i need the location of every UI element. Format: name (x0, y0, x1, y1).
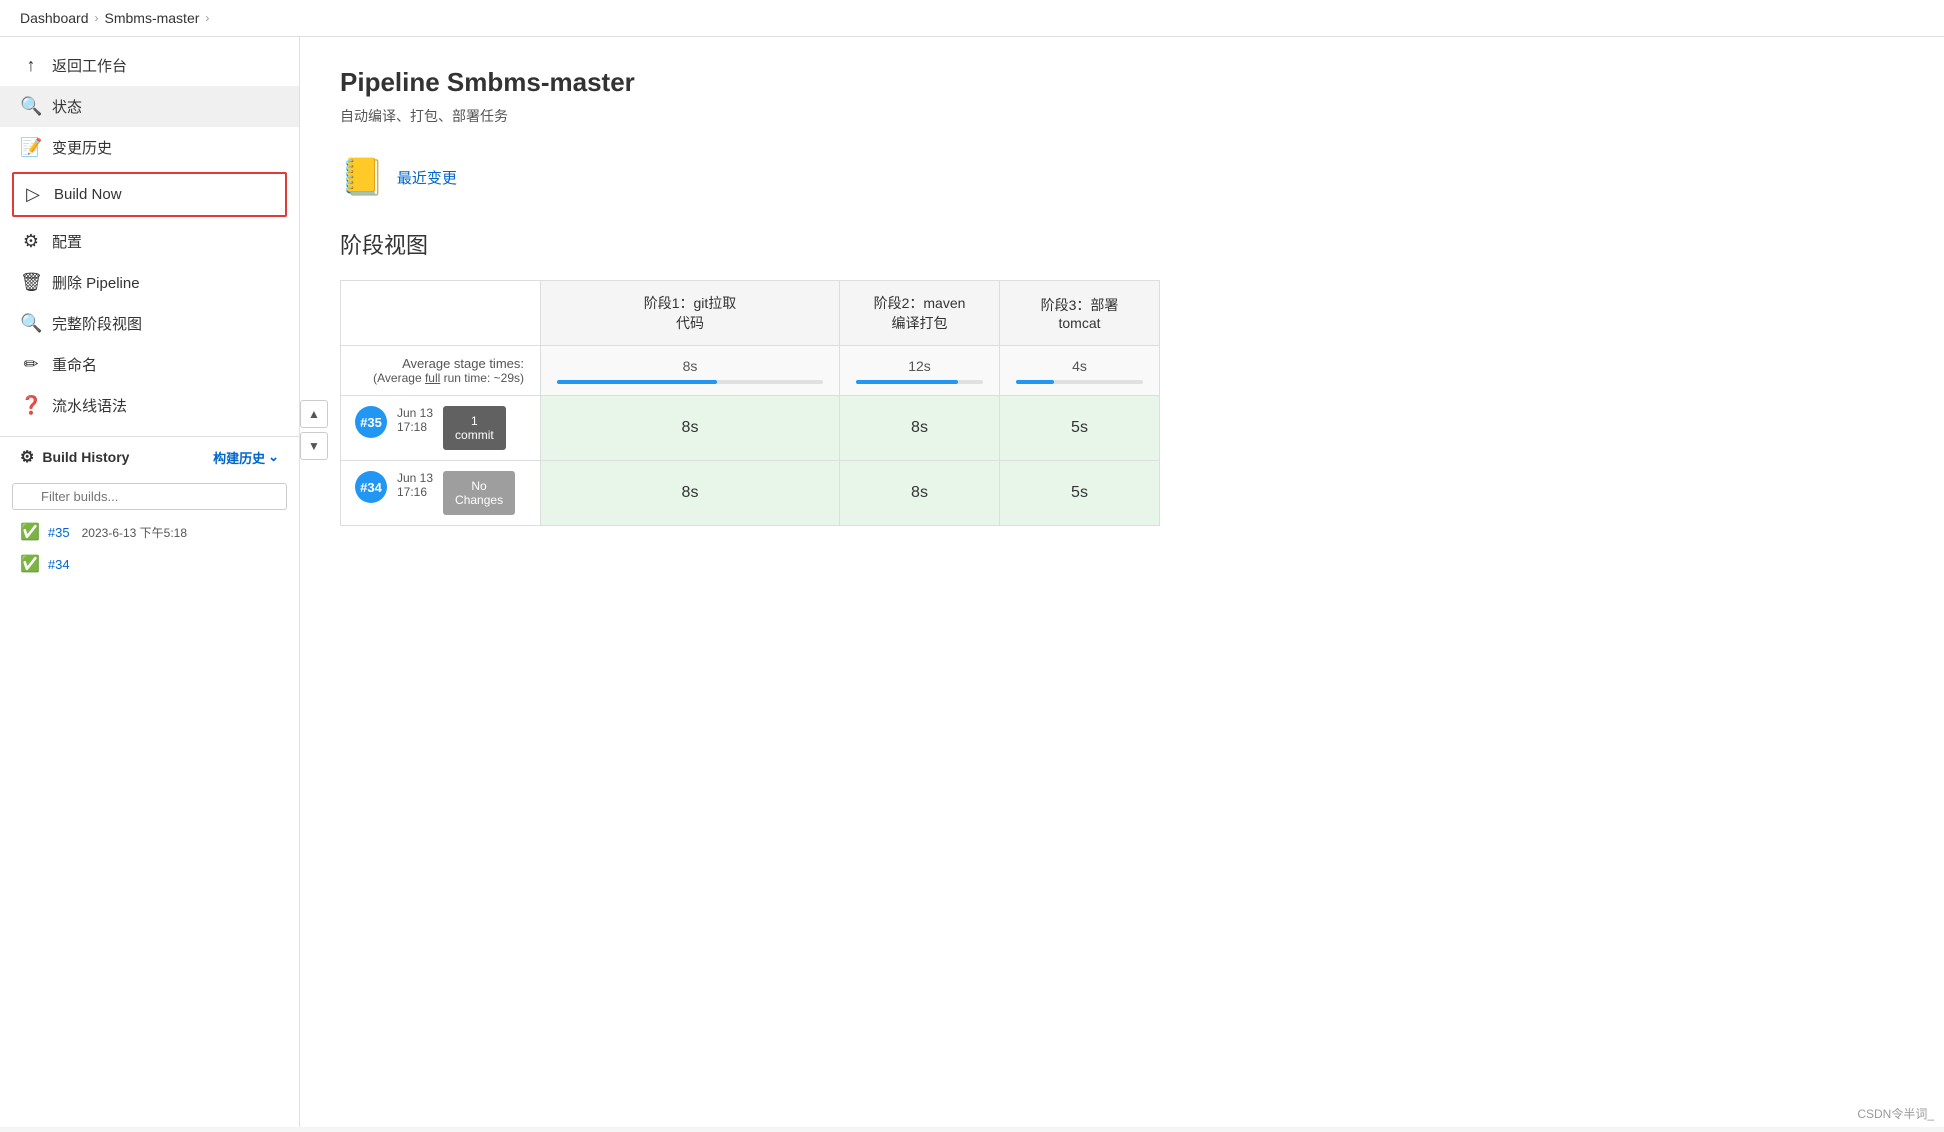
build-history-title-wrap: ⚙ Build History (20, 447, 129, 467)
gear-icon: ⚙ (20, 231, 42, 252)
build-35-stage-3[interactable]: 5s (1000, 396, 1160, 461)
stage-avg-1: 8s (541, 346, 840, 396)
build-history-title: Build History (42, 449, 129, 465)
breadcrumb-smbms[interactable]: Smbms-master (105, 10, 200, 26)
build-35-circle: #35 (355, 406, 387, 438)
sidebar-item-changes[interactable]: 📝 变更历史 (0, 127, 299, 168)
search-icon: 🔍 (20, 96, 42, 117)
build-35-num[interactable]: #35 (48, 525, 70, 540)
build-status-ok-icon: ✅ (20, 522, 40, 542)
build-35-date-cell: Jun 13 (397, 406, 433, 420)
build-34-num[interactable]: #34 (48, 557, 70, 572)
stage-avg-2-num: 12s (856, 358, 983, 374)
scroll-up-arrow[interactable]: ▲ (300, 400, 328, 428)
stage-avg-2-bar-wrap (856, 380, 983, 384)
build-34-time-cell: 17:16 (397, 485, 433, 499)
build-history-link-label: 构建历史 (213, 448, 265, 467)
sidebar-item-delete[interactable]: 🗑 删除 Pipeline (0, 262, 299, 303)
stage-avg-3-num: 4s (1016, 358, 1143, 374)
pen-icon: ✏ (20, 354, 42, 375)
stage-avg-3-bar-wrap (1016, 380, 1143, 384)
sidebar-item-return[interactable]: ↑ 返回工作台 (0, 45, 299, 86)
avg-times-text: Average stage times: (357, 356, 524, 371)
stage-avg-2: 12s (840, 346, 1000, 396)
build-34-row: #34 Jun 13 17:16 NoChanges 8s 8s (341, 461, 1160, 526)
recent-changes-section: 📒 最近变更 (340, 156, 1904, 198)
stage-avg-3: 4s (1000, 346, 1160, 396)
recent-changes-link[interactable]: 最近变更 (397, 167, 457, 188)
scroll-arrows: ▲ ▼ (300, 400, 328, 460)
build-34-stage-1[interactable]: 8s (541, 461, 840, 526)
build-34-date-cell: Jun 13 (397, 471, 433, 485)
return-icon: ↑ (20, 55, 42, 76)
sidebar-item-delete-label: 删除 Pipeline (52, 272, 140, 293)
sidebar-item-return-label: 返回工作台 (52, 55, 127, 76)
build-35-date: 2023-6-13 下午5:18 (82, 524, 187, 541)
build-34-label: #34 Jun 13 17:16 NoChanges (341, 461, 541, 526)
build-history-icon: ⚙ (20, 447, 34, 467)
sidebar-item-rename-label: 重命名 (52, 354, 97, 375)
stage-avg-2-bar (856, 380, 958, 384)
sidebar-item-status-label: 状态 (52, 96, 82, 117)
avg-times-row: Average stage times: (Average full run t… (341, 346, 1160, 396)
build-history-header: ⚙ Build History 构建历史 ⌄ (0, 436, 299, 477)
build-item-34: ✅ #34 (0, 548, 299, 580)
sidebar: ↑ 返回工作台 🔍 状态 📝 变更历史 ▷ Build Now ⚙ 配置 🗑 删… (0, 37, 300, 1127)
breadcrumb-sep-2: › (205, 11, 209, 25)
build-34-no-changes[interactable]: NoChanges (443, 471, 515, 515)
sidebar-item-status[interactable]: 🔍 状态 (0, 86, 299, 127)
stage-header-1: 阶段1：git拉取代码 (541, 281, 840, 346)
sidebar-item-syntax-label: 流水线语法 (52, 395, 127, 416)
question-icon: ❓ (20, 395, 42, 416)
scroll-down-arrow[interactable]: ▼ (300, 432, 328, 460)
page-subtitle: 自动编译、打包、部署任务 (340, 106, 1904, 126)
trash-icon: 🗑 (20, 272, 42, 293)
sidebar-item-config-label: 配置 (52, 231, 82, 252)
watermark: CSDN令半词_ (1857, 1105, 1934, 1122)
stage-avg-1-bar-wrap (557, 380, 823, 384)
sidebar-item-build-now-label: Build Now (54, 186, 122, 203)
page-title: Pipeline Smbms-master (340, 67, 1904, 98)
build-34-stage-3[interactable]: 5s (1000, 461, 1160, 526)
avg-full-text: (Average full run time: ~29s) (357, 371, 524, 385)
stage-view-container: ▲ ▼ 阶段1：git拉取代码 阶段2：maven编译打包 阶段3：部署tomc… (340, 280, 1904, 526)
full-search-icon: 🔍 (20, 313, 42, 334)
stage-view-title: 阶段视图 (340, 228, 1904, 260)
build-35-row: #35 Jun 13 17:18 1commit 8s 8s 5s (341, 396, 1160, 461)
sidebar-item-rename[interactable]: ✏ 重命名 (0, 344, 299, 385)
build-35-time-cell: 17:18 (397, 420, 433, 434)
build-35-label: #35 Jun 13 17:18 1commit (341, 396, 541, 461)
filter-builds-input[interactable] (12, 483, 287, 510)
filter-wrap: 🔍 (0, 477, 299, 516)
sidebar-item-config[interactable]: ⚙ 配置 (0, 221, 299, 262)
stage-avg-3-bar (1016, 380, 1054, 384)
stage-header-3: 阶段3：部署tomcat (1000, 281, 1160, 346)
breadcrumb-sep-1: › (95, 11, 99, 25)
build-item-35: ✅ #35 2023-6-13 下午5:18 (0, 516, 299, 548)
sidebar-item-full-stage[interactable]: 🔍 完整阶段视图 (0, 303, 299, 344)
sidebar-item-changes-label: 变更历史 (52, 137, 112, 158)
build-history-link[interactable]: 构建历史 ⌄ (213, 448, 279, 467)
sidebar-item-full-stage-label: 完整阶段视图 (52, 313, 142, 334)
stage-avg-1-bar (557, 380, 717, 384)
breadcrumb: Dashboard › Smbms-master › (0, 0, 1944, 37)
avg-times-label: Average stage times: (Average full run t… (341, 346, 541, 396)
stage-avg-1-num: 8s (557, 358, 823, 374)
sidebar-item-syntax[interactable]: ❓ 流水线语法 (0, 385, 299, 426)
stage-table: 阶段1：git拉取代码 阶段2：maven编译打包 阶段3：部署tomcat A… (340, 280, 1160, 526)
build-34-circle: #34 (355, 471, 387, 503)
changes-icon: 📝 (20, 137, 42, 158)
build-35-stage-1[interactable]: 8s (541, 396, 840, 461)
build-35-commit[interactable]: 1commit (443, 406, 506, 450)
build-34-status-icon: ✅ (20, 554, 40, 574)
build-34-stage-2[interactable]: 8s (840, 461, 1000, 526)
notebook-icon: 📒 (340, 156, 385, 198)
chevron-down-icon: ⌄ (268, 449, 279, 465)
breadcrumb-dashboard[interactable]: Dashboard (20, 10, 89, 26)
sidebar-item-build-now[interactable]: ▷ Build Now (12, 172, 287, 217)
play-icon: ▷ (22, 184, 44, 205)
main-content: Pipeline Smbms-master 自动编译、打包、部署任务 📒 最近变… (300, 37, 1944, 1127)
stage-header-2: 阶段2：maven编译打包 (840, 281, 1000, 346)
build-35-stage-2[interactable]: 8s (840, 396, 1000, 461)
